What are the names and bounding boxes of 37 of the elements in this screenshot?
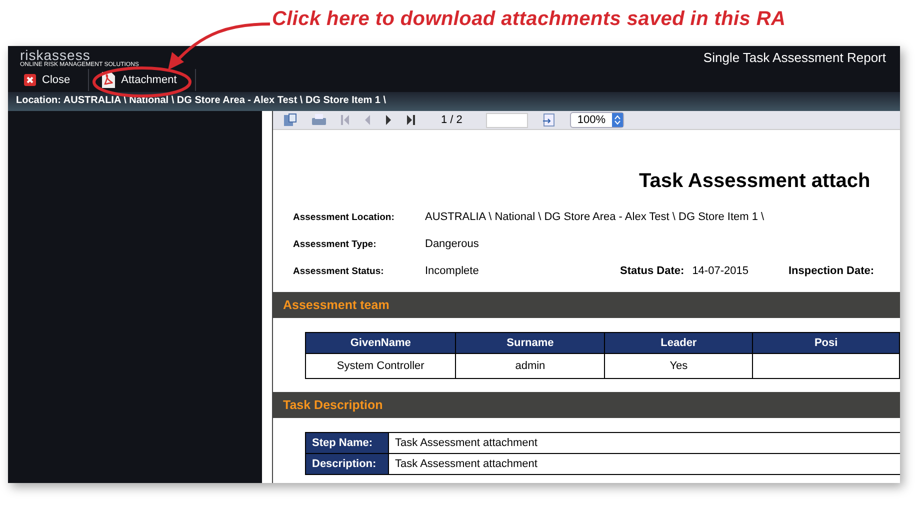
table-cell: Yes [604,354,753,378]
close-icon [24,74,36,86]
column-header: GivenName [306,332,456,354]
column-header: Leader [604,332,753,354]
stepper-icon [612,113,623,127]
field-value: AUSTRALIA \ National \ DG Store Area - Alex Test \ DG Store Item 1 \ [425,211,764,223]
go-to-page-icon[interactable] [542,113,556,127]
section-header: Task Description [273,392,900,418]
export-icon[interactable] [283,113,297,127]
row-header: Step Name: [306,432,388,454]
table-cell: Task Assessment attachment [388,432,900,454]
column-header: Surname [456,332,605,354]
last-page-icon[interactable] [406,115,415,125]
field-label: Assessment Type: [293,239,378,250]
printer-icon[interactable] [311,113,327,127]
field-value: Incomplete [425,265,480,277]
report-heading: Task Assessment attach [638,170,872,193]
field-label: Assessment Location: [293,212,396,223]
page-input-field[interactable] [486,112,528,128]
logo-text: riskassess [20,48,90,62]
table-cell: System Controller [306,354,456,378]
field-label: Status Date: [620,265,684,277]
column-header: Posi [752,332,900,354]
field-label: Inspection Date: [788,265,874,277]
callout-text: Click here to download attachments saved in this RA [272,8,786,30]
row-header: Description: [306,454,388,474]
field-value: 14-07-2015 [692,265,748,277]
next-page-icon[interactable] [385,115,392,125]
attachment-button[interactable]: Attachment [97,69,196,91]
field-value: Dangerous [425,238,480,250]
page-counter: 1 / 2 [441,114,462,126]
report-title: Single Task Assessment Report [703,50,886,65]
section-header: Assessment team [273,292,900,318]
close-button[interactable]: Close [20,69,90,91]
field-label: Assessment Status: [293,266,385,277]
zoom-select[interactable]: 100% [570,112,624,128]
table-cell: admin [456,354,605,378]
